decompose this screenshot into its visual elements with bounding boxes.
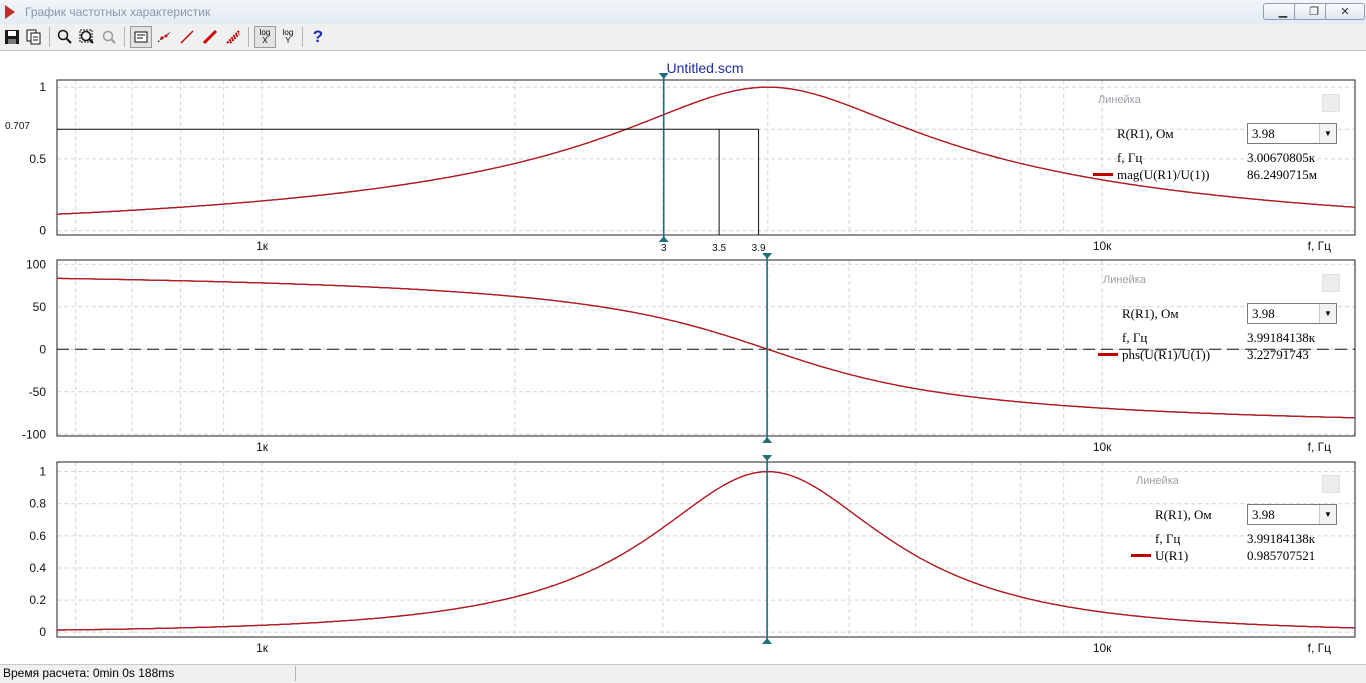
y-tick-label: 50	[33, 300, 47, 314]
cursor-top-handle	[762, 253, 773, 259]
title-bar: График частотных характеристик ▁ ❐ ✕	[0, 0, 1366, 24]
cursor-bottom-handle	[762, 437, 773, 443]
ruler-title: Линейка	[1136, 475, 1179, 487]
close-button[interactable]: ✕	[1325, 3, 1365, 20]
x-tick-label: 10к	[1093, 239, 1112, 253]
cursor-top-handle	[658, 73, 669, 79]
x-tick-label: 1к	[256, 239, 269, 253]
ruler-freq-value: 3.00670805к	[1247, 150, 1316, 165]
ruler-param-select[interactable]: 3.98 ▼	[1247, 504, 1337, 525]
marker-label: 3.9	[752, 243, 766, 254]
trace-color-swatch	[1093, 173, 1113, 176]
ruler-trace-label: mag(U(R1)/U(1))	[1117, 167, 1210, 182]
zoom-icon[interactable]	[54, 26, 76, 48]
ruler-panel-power: Линейка R(R1), Ом 3.98 ▼ f, Гц 3.99184138…	[1128, 475, 1343, 565]
calc-time: Время расчета: 0min 0s 188ms	[0, 666, 296, 681]
y-tick-label: 0	[39, 625, 46, 639]
ruler-freq-label: f, Гц	[1122, 330, 1148, 345]
ruler-freq-label: f, Гц	[1117, 150, 1143, 165]
ruler-title: Линейка	[1098, 94, 1141, 106]
save-icon[interactable]	[1, 26, 23, 48]
ruler-freq-label: f, Гц	[1155, 531, 1181, 546]
ruler-close-button[interactable]	[1322, 94, 1340, 112]
y-tick-label: 100	[26, 257, 46, 271]
thin-line-icon[interactable]	[176, 26, 198, 48]
x-tick-label: 1к	[256, 641, 269, 655]
y-tick-label: 0.707	[5, 121, 30, 132]
toolbar: log X log Y ?	[0, 24, 1366, 51]
ruler-trace-value: 3.22791743	[1247, 347, 1309, 362]
copy-icon[interactable]	[23, 26, 45, 48]
y-tick-label: 0.4	[29, 561, 46, 575]
x-axis-label: f, Гц	[1308, 440, 1332, 454]
y-tick-label: -50	[29, 385, 47, 399]
y-tick-label: 0.8	[29, 497, 46, 511]
y-tick-label: 1	[39, 80, 46, 94]
y-tick-label: 0.2	[29, 593, 46, 607]
window-title: График частотных характеристик	[25, 5, 211, 19]
y-tick-label: 0.6	[29, 529, 46, 543]
ruler-trace-value: 0.985707521	[1247, 548, 1316, 563]
plot-title: Untitled.scm	[666, 60, 743, 76]
ruler-freq-value: 3.99184138к	[1247, 531, 1316, 546]
zoom-back-icon[interactable]	[98, 26, 120, 48]
points-icon[interactable]	[153, 26, 175, 48]
ruler-freq-value: 3.99184138к	[1247, 330, 1316, 345]
help-icon[interactable]: ?	[307, 26, 329, 48]
x-axis-label: f, Гц	[1308, 641, 1332, 655]
ruler-panel-phase: Линейка R(R1), Ом 3.98 ▼ f, Гц 3.99184138…	[1095, 274, 1345, 364]
ruler-trace-label: U(R1)	[1155, 548, 1189, 563]
log-x-button[interactable]: log X	[254, 26, 276, 48]
ruler-icon[interactable]	[130, 26, 152, 48]
ruler-param-select[interactable]: 3.98 ▼	[1247, 123, 1337, 144]
ruler-trace-label: phs(U(R1)/U(1))	[1122, 347, 1211, 362]
cursor-bottom-handle	[658, 236, 669, 242]
ruler-param-label: R(R1), Ом	[1122, 306, 1179, 321]
cursor-top-handle	[762, 455, 773, 461]
app-icon	[5, 5, 15, 19]
y-tick-label: 0	[39, 224, 46, 238]
ruler-param-label: R(R1), Ом	[1117, 126, 1174, 141]
hatch-line-icon[interactable]	[222, 26, 244, 48]
trace-color-swatch	[1131, 554, 1151, 557]
status-bar: Время расчета: 0min 0s 188ms	[0, 664, 1366, 683]
ruler-trace-value: 86.2490715м	[1247, 167, 1317, 182]
y-tick-label: -100	[22, 427, 46, 441]
x-tick-label: 10к	[1093, 440, 1112, 454]
y-tick-label: 1	[39, 465, 46, 479]
x-axis-label: f, Гц	[1308, 239, 1332, 253]
marker-label: 3.5	[712, 243, 726, 254]
x-tick-label: 1к	[256, 440, 269, 454]
ruler-param-label: R(R1), Ом	[1155, 507, 1212, 522]
cursor-bottom-handle	[762, 638, 773, 644]
marker-label: 3	[661, 243, 667, 254]
zoom-fit-icon[interactable]	[76, 26, 98, 48]
y-tick-label: 0.5	[29, 152, 46, 166]
ruler-panel-magnitude: Линейка R(R1), Ом 3.98 ▼ f, Гц 3.00670805…	[1090, 94, 1340, 184]
log-y-button[interactable]: log Y	[277, 26, 299, 48]
ruler-close-button[interactable]	[1322, 274, 1340, 292]
x-tick-label: 10к	[1093, 641, 1112, 655]
ruler-title: Линейка	[1103, 274, 1146, 286]
thick-line-icon[interactable]	[199, 26, 221, 48]
ruler-param-select[interactable]: 3.98 ▼	[1247, 303, 1337, 324]
y-tick-label: 0	[39, 342, 46, 356]
trace-color-swatch	[1098, 353, 1118, 356]
ruler-close-button[interactable]	[1322, 475, 1340, 493]
